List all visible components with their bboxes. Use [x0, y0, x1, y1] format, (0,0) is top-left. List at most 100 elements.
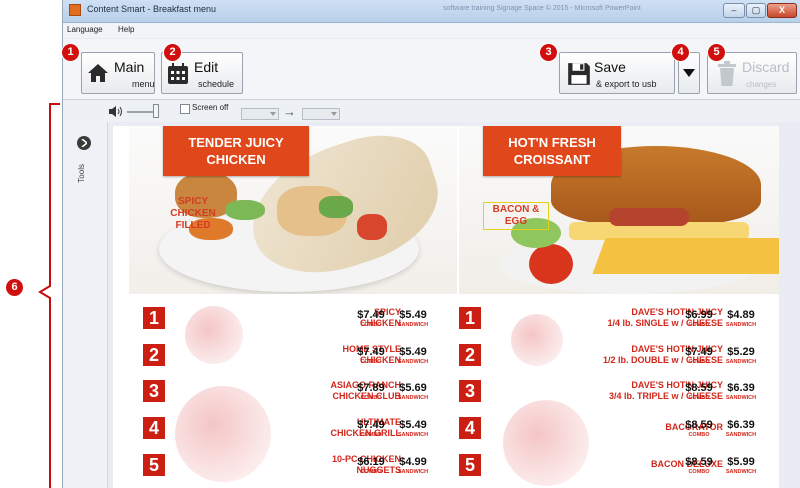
right-image-overlay-text[interactable]: BACON & EGG: [483, 202, 549, 230]
volume-slider-track[interactable]: [127, 111, 153, 113]
sandwich-label: SANDWICH: [725, 469, 757, 475]
save-button-label: Save: [594, 59, 626, 75]
screen-off-checkbox[interactable]: [180, 104, 190, 114]
decorative-bubble: [511, 314, 563, 366]
overlay-line: EGG: [504, 216, 528, 227]
combo-label: COMBO: [360, 322, 382, 328]
bracket-indicator: [38, 103, 60, 488]
callout-badge-5: 5: [708, 44, 725, 61]
sandwich-label: SANDWICH: [397, 432, 429, 438]
sandwich-price: $5.49: [399, 419, 427, 431]
window-title: Content Smart - Breakfast menu: [87, 4, 217, 14]
overlay-line: BACON &: [492, 204, 540, 215]
right-caption-line2: CROISSANT: [513, 152, 591, 167]
screen-off-label: Screen off: [192, 103, 229, 112]
item-number-box: 4: [143, 417, 165, 439]
decorative-bubble: [503, 400, 589, 486]
expand-tools-button[interactable]: [77, 136, 91, 150]
item-number-box: 3: [143, 380, 165, 402]
volume-slider-thumb[interactable]: [153, 104, 159, 118]
combo-price: $6.19: [357, 456, 385, 468]
combo-price: $6.99: [685, 309, 713, 321]
item-number-box: 5: [143, 454, 165, 476]
item-number-box: 1: [459, 307, 481, 329]
close-button[interactable]: X: [767, 3, 797, 18]
combo-label: COMBO: [360, 359, 382, 365]
sandwich-label: SANDWICH: [725, 432, 757, 438]
calendar-icon: [168, 63, 188, 84]
overlay-line: FILLED: [175, 220, 211, 231]
sandwich-label: SANDWICH: [397, 359, 429, 365]
playback-control-bar: Screen off →: [63, 100, 800, 122]
combo-label: COMBO: [688, 469, 710, 475]
app-icon: [69, 4, 81, 16]
combo-label: COMBO: [688, 395, 710, 401]
menu-bar: Language Help: [63, 23, 800, 38]
combo-price: $7.49: [685, 346, 713, 358]
main-button-sublabel: menu: [132, 79, 155, 89]
edit-button-label: Edit: [194, 59, 219, 75]
left-caption-line2: CHICKEN: [206, 152, 266, 167]
right-caption-box: HOT'N FRESH CROISSANT: [483, 126, 621, 176]
callout-badge-2: 2: [164, 44, 181, 61]
item-number-box: 2: [143, 344, 165, 366]
left-caption-box: TENDER JUICY CHICKEN: [163, 126, 309, 176]
menu-help[interactable]: Help: [118, 25, 134, 34]
title-bar: Content Smart - Breakfast menu software …: [63, 0, 800, 23]
chevron-down-icon: [683, 69, 695, 77]
discard-button-sublabel: changes: [746, 80, 777, 89]
sandwich-price: $5.49: [399, 309, 427, 321]
item-number-box: 3: [459, 380, 481, 402]
main-button-label: Main: [114, 59, 145, 75]
chevron-down-icon: [270, 112, 276, 116]
combo-label: COMBO: [688, 432, 710, 438]
sandwich-price: $5.69: [399, 382, 427, 394]
sandwich-price: $5.29: [727, 346, 755, 358]
main-menu-button[interactable]: Main menu: [81, 52, 155, 94]
item-number-box: 4: [459, 417, 481, 439]
combo-price: $8.59: [685, 419, 713, 431]
start-time-select[interactable]: [241, 108, 279, 120]
tools-sidebar: Tools: [63, 122, 108, 488]
range-arrow: →: [283, 104, 296, 119]
combo-price: $8.59: [685, 456, 713, 468]
sandwich-label: SANDWICH: [397, 322, 429, 328]
sandwich-label: SANDWICH: [397, 395, 429, 401]
minimize-button[interactable]: –: [723, 3, 745, 18]
combo-price: $7.89: [357, 382, 385, 394]
sandwich-price: $5.49: [399, 346, 427, 358]
decorative-bubble: [175, 386, 271, 482]
floppy-disk-icon: [568, 63, 590, 85]
tools-label: Tools: [77, 164, 86, 183]
combo-price: $7.49: [357, 419, 385, 431]
maximize-button[interactable]: ▢: [746, 3, 766, 18]
combo-price: $7.49: [357, 346, 385, 358]
item-number-box: 5: [459, 454, 481, 476]
menu-language[interactable]: Language: [67, 25, 103, 34]
end-time-select[interactable]: [302, 108, 340, 120]
sandwich-label: SANDWICH: [397, 469, 429, 475]
callout-badge-1: 1: [62, 44, 79, 61]
callout-badge-6: 6: [6, 279, 23, 296]
sandwich-price: $4.89: [727, 309, 755, 321]
save-button-sublabel: & export to usb: [596, 79, 657, 89]
app-window: Content Smart - Breakfast menu software …: [62, 0, 800, 488]
chevron-right-icon: [81, 139, 87, 147]
background-title: software training Signage Space © 2015 -…: [443, 5, 641, 12]
chevron-down-icon: [331, 112, 337, 116]
home-icon: [88, 64, 108, 82]
left-caption-line1: TENDER JUICY: [188, 135, 284, 150]
item-number-box: 1: [143, 307, 165, 329]
sandwich-price: $4.99: [399, 456, 427, 468]
right-caption-line1: HOT'N FRESH: [508, 135, 596, 150]
combo-label: COMBO: [360, 469, 382, 475]
combo-price: $7.49: [357, 309, 385, 321]
sandwich-label: SANDWICH: [725, 395, 757, 401]
speaker-icon[interactable]: [109, 106, 123, 117]
decorative-bubble: [185, 306, 243, 364]
callout-badge-4: 4: [672, 44, 689, 61]
discard-button-label: Discard: [742, 59, 790, 75]
sandwich-price: $5.99: [727, 456, 755, 468]
sandwich-price: $6.39: [727, 419, 755, 431]
save-export-button[interactable]: Save & export to usb: [559, 52, 675, 94]
